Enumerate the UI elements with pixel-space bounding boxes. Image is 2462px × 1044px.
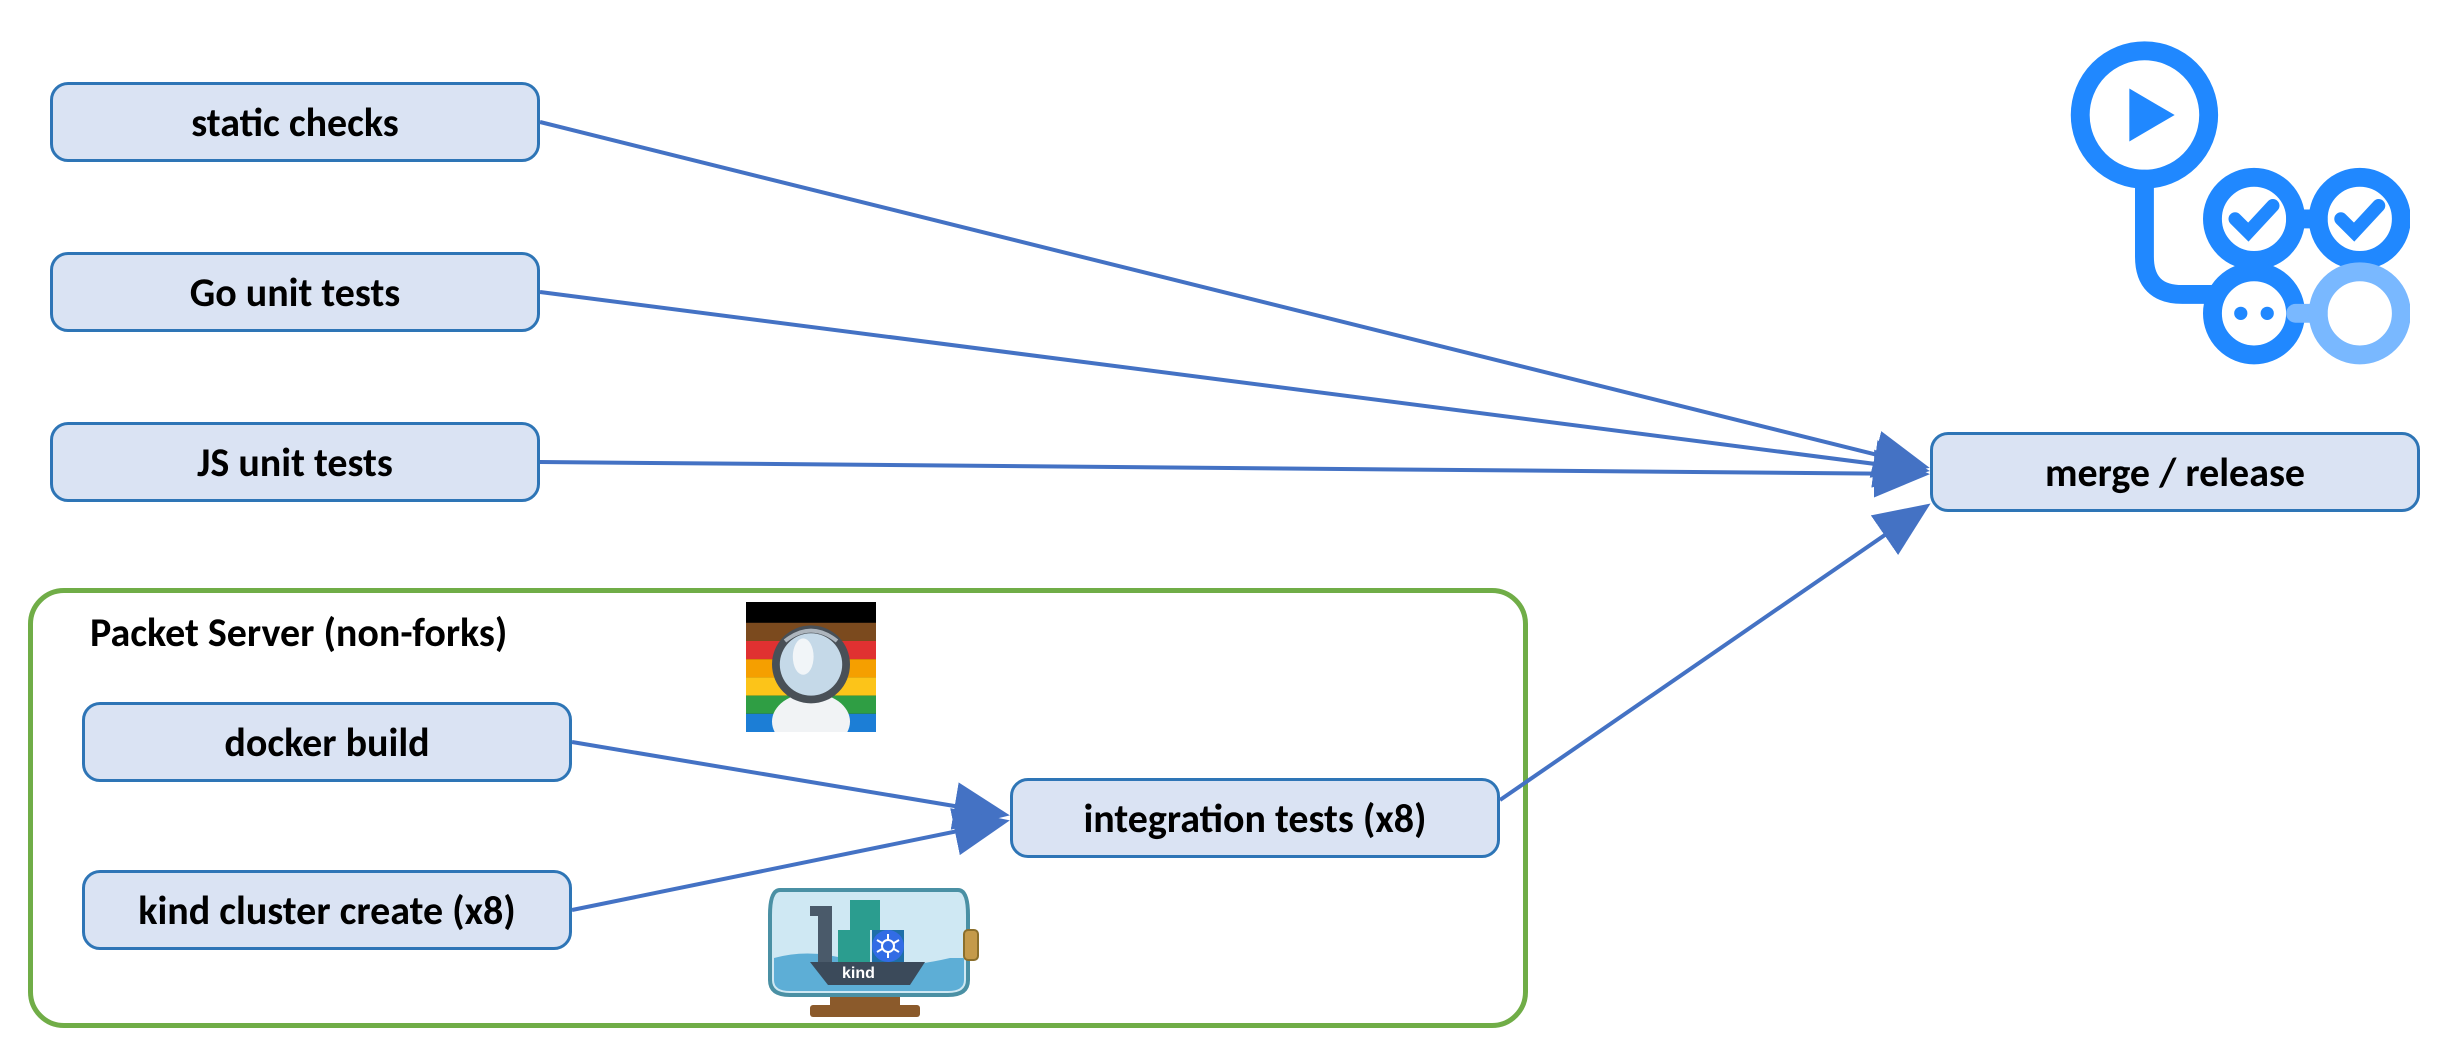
group-label: Packet Server (non-forks) bbox=[90, 608, 507, 657]
node-label: merge / release bbox=[2045, 448, 2305, 497]
kind-logo-icon: kind bbox=[750, 830, 980, 1020]
node-label: kind cluster create (x8) bbox=[138, 886, 515, 935]
github-actions-icon bbox=[2030, 30, 2410, 370]
node-label: JS unit tests bbox=[197, 438, 393, 487]
node-integration-tests: integration tests (x8) bbox=[1010, 778, 1500, 858]
node-label: static checks bbox=[191, 98, 398, 147]
node-go-unit-tests: Go unit tests bbox=[50, 252, 540, 332]
node-docker-build: docker build bbox=[82, 702, 572, 782]
node-label: docker build bbox=[224, 718, 429, 767]
kind-text: kind bbox=[842, 965, 875, 982]
node-js-unit-tests: JS unit tests bbox=[50, 422, 540, 502]
node-label: integration tests (x8) bbox=[1083, 794, 1426, 843]
node-merge-release: merge / release bbox=[1930, 432, 2420, 512]
diagram-canvas: Packet Server (non-forks) static checks … bbox=[0, 0, 2462, 1044]
node-static-checks: static checks bbox=[50, 82, 540, 162]
node-label: Go unit tests bbox=[190, 268, 401, 317]
node-kind-cluster-create: kind cluster create (x8) bbox=[82, 870, 572, 950]
hubot-avatar-icon bbox=[746, 602, 876, 732]
